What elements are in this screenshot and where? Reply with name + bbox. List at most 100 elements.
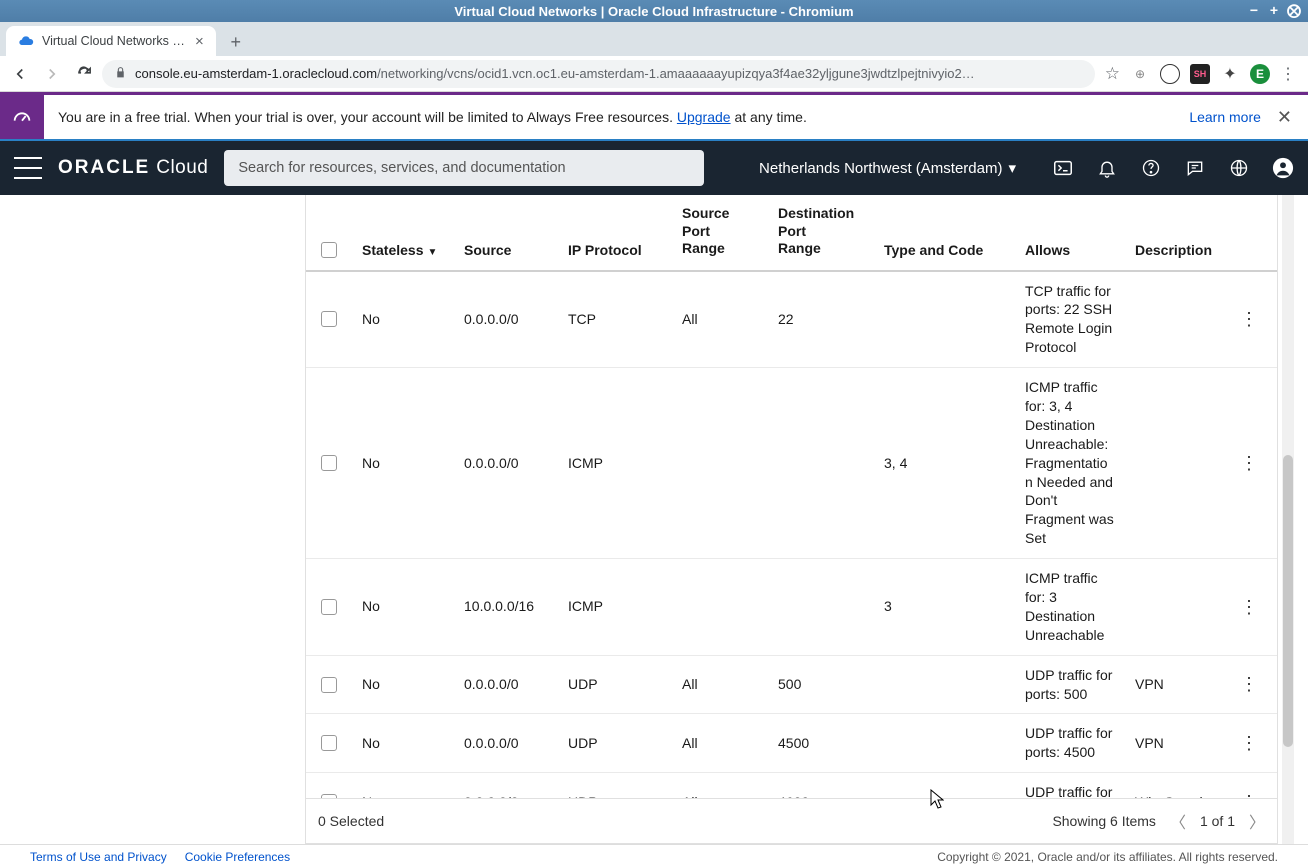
reload-button[interactable] bbox=[70, 60, 98, 88]
window-minimize-icon[interactable]: − bbox=[1246, 2, 1262, 19]
browser-tabstrip: Virtual Cloud Networks | Orac × + bbox=[0, 22, 1308, 56]
table-header: Stateless▼ Source IP Protocol SourcePort… bbox=[306, 195, 1277, 272]
trial-banner: You are in a free trial. When your trial… bbox=[0, 95, 1308, 139]
row-checkbox[interactable] bbox=[321, 599, 337, 615]
cloud-shell-icon[interactable] bbox=[1052, 157, 1074, 179]
row-checkbox[interactable] bbox=[321, 735, 337, 751]
back-button[interactable] bbox=[6, 60, 34, 88]
cell-source: 0.0.0.0/0 bbox=[454, 714, 558, 772]
col-dest-port-range[interactable]: DestinationPortRange bbox=[768, 195, 874, 270]
col-source[interactable]: Source bbox=[454, 195, 558, 270]
cell-desc bbox=[1125, 368, 1229, 558]
globe-icon[interactable] bbox=[1228, 157, 1250, 179]
cell-tc bbox=[874, 714, 1015, 772]
scrollbar[interactable] bbox=[1282, 195, 1294, 844]
cell-allows: ICMP traffic for: 3, 4 Destination Unrea… bbox=[1015, 368, 1125, 558]
extension-globe-icon[interactable]: ⊕ bbox=[1130, 64, 1150, 84]
browser-menu-icon[interactable]: ⋮ bbox=[1280, 64, 1296, 84]
page-footer: Terms of Use and Privacy Cookie Preferen… bbox=[0, 844, 1308, 868]
cell-spr bbox=[672, 368, 768, 558]
scroll-thumb[interactable] bbox=[1283, 455, 1293, 747]
new-tab-button[interactable]: + bbox=[222, 28, 250, 56]
cell-stateless: No bbox=[352, 773, 454, 798]
tab-close-icon[interactable]: × bbox=[195, 33, 204, 50]
next-page-button[interactable]: 〉 bbox=[1249, 809, 1265, 833]
learn-more-link[interactable]: Learn more bbox=[1189, 109, 1261, 125]
extension-circle-icon[interactable] bbox=[1160, 64, 1180, 84]
cell-desc bbox=[1125, 272, 1229, 368]
cell-allows: UDP traffic for ports: 500 bbox=[1015, 656, 1125, 714]
cell-tc: 3 bbox=[874, 559, 1015, 655]
table-row: No0.0.0.0/0UDPAll4600UDP traffic for por… bbox=[306, 773, 1277, 798]
col-stateless[interactable]: Stateless▼ bbox=[352, 195, 454, 270]
nav-menu-button[interactable] bbox=[14, 157, 42, 179]
cell-allows: UDP traffic for ports: 4600 bbox=[1015, 773, 1125, 798]
cell-tc bbox=[874, 272, 1015, 368]
cell-dpr: 4500 bbox=[768, 714, 874, 772]
cell-stateless: No bbox=[352, 714, 454, 772]
table-row: No0.0.0.0/0UDPAll500UDP traffic for port… bbox=[306, 656, 1277, 715]
row-actions-menu[interactable]: ⋮ bbox=[1240, 307, 1258, 331]
window-maximize-icon[interactable]: + bbox=[1266, 2, 1282, 19]
banner-close-icon[interactable]: ✕ bbox=[1277, 107, 1292, 128]
col-type-code[interactable]: Type and Code bbox=[874, 195, 1015, 270]
cell-dpr bbox=[768, 368, 874, 558]
profile-icon[interactable] bbox=[1272, 157, 1294, 179]
cell-ip: TCP bbox=[558, 272, 672, 368]
row-actions-menu[interactable]: ⋮ bbox=[1240, 790, 1258, 798]
window-close-icon[interactable]: ⨂ bbox=[1286, 2, 1302, 19]
cell-dpr bbox=[768, 559, 874, 655]
col-ip-protocol[interactable]: IP Protocol bbox=[558, 195, 672, 270]
row-actions-menu[interactable]: ⋮ bbox=[1240, 451, 1258, 475]
cookie-prefs-link[interactable]: Cookie Preferences bbox=[185, 850, 290, 864]
page-indicator: 1 of 1 bbox=[1200, 813, 1235, 829]
extension-e-icon[interactable]: E bbox=[1250, 64, 1270, 84]
cell-ip: UDP bbox=[558, 656, 672, 714]
cell-ip: ICMP bbox=[558, 368, 672, 558]
cell-source: 0.0.0.0/0 bbox=[454, 368, 558, 558]
row-checkbox[interactable] bbox=[321, 677, 337, 693]
row-actions-menu[interactable]: ⋮ bbox=[1240, 672, 1258, 696]
bell-icon[interactable] bbox=[1096, 157, 1118, 179]
cell-allows: TCP traffic for ports: 22 SSH Remote Log… bbox=[1015, 272, 1125, 368]
address-bar[interactable]: console.eu-amsterdam-1.oraclecloud.com/n… bbox=[102, 60, 1095, 88]
cell-stateless: No bbox=[352, 272, 454, 368]
cell-spr: All bbox=[672, 656, 768, 714]
cell-source: 0.0.0.0/0 bbox=[454, 773, 558, 798]
cell-spr: All bbox=[672, 714, 768, 772]
search-input[interactable] bbox=[224, 150, 704, 186]
caret-down-icon: ▼ bbox=[427, 247, 437, 258]
terms-link[interactable]: Terms of Use and Privacy bbox=[30, 850, 167, 864]
lock-icon bbox=[114, 66, 127, 82]
extension-badge-icon[interactable]: SH bbox=[1190, 64, 1210, 84]
copyright-text: Copyright © 2021, Oracle and/or its affi… bbox=[937, 850, 1278, 864]
showing-count: Showing 6 Items bbox=[1052, 813, 1156, 829]
row-actions-menu[interactable]: ⋮ bbox=[1240, 595, 1258, 619]
cell-stateless: No bbox=[352, 368, 454, 558]
col-allows[interactable]: Allows bbox=[1015, 195, 1125, 270]
row-actions-menu[interactable]: ⋮ bbox=[1240, 731, 1258, 755]
cell-source: 0.0.0.0/0 bbox=[454, 272, 558, 368]
cell-allows: UDP traffic for ports: 4500 bbox=[1015, 714, 1125, 772]
browser-tab[interactable]: Virtual Cloud Networks | Orac × bbox=[6, 26, 216, 56]
row-checkbox[interactable] bbox=[321, 455, 337, 471]
oracle-cloud-logo[interactable]: ORACLE Cloud bbox=[58, 157, 208, 179]
forward-button[interactable] bbox=[38, 60, 66, 88]
table-body: No0.0.0.0/0TCPAll22TCP traffic for ports… bbox=[306, 272, 1277, 799]
extensions-puzzle-icon[interactable]: ✦ bbox=[1220, 64, 1240, 84]
cell-dpr: 500 bbox=[768, 656, 874, 714]
star-icon[interactable]: ☆ bbox=[1105, 64, 1120, 84]
cell-tc bbox=[874, 773, 1015, 798]
prev-page-button[interactable]: 〈 bbox=[1170, 809, 1186, 833]
row-checkbox[interactable] bbox=[321, 311, 337, 327]
chat-icon[interactable] bbox=[1184, 157, 1206, 179]
select-all-checkbox[interactable] bbox=[321, 242, 337, 258]
cell-allows: ICMP traffic for: 3 Destination Unreacha… bbox=[1015, 559, 1125, 655]
col-source-port-range[interactable]: SourcePortRange bbox=[672, 195, 768, 270]
help-icon[interactable] bbox=[1140, 157, 1162, 179]
col-description[interactable]: Description bbox=[1125, 195, 1229, 270]
region-selector[interactable]: Netherlands Northwest (Amsterdam) ▾ bbox=[759, 159, 1016, 177]
cell-stateless: No bbox=[352, 656, 454, 714]
cell-ip: UDP bbox=[558, 714, 672, 772]
upgrade-link[interactable]: Upgrade bbox=[677, 109, 731, 125]
